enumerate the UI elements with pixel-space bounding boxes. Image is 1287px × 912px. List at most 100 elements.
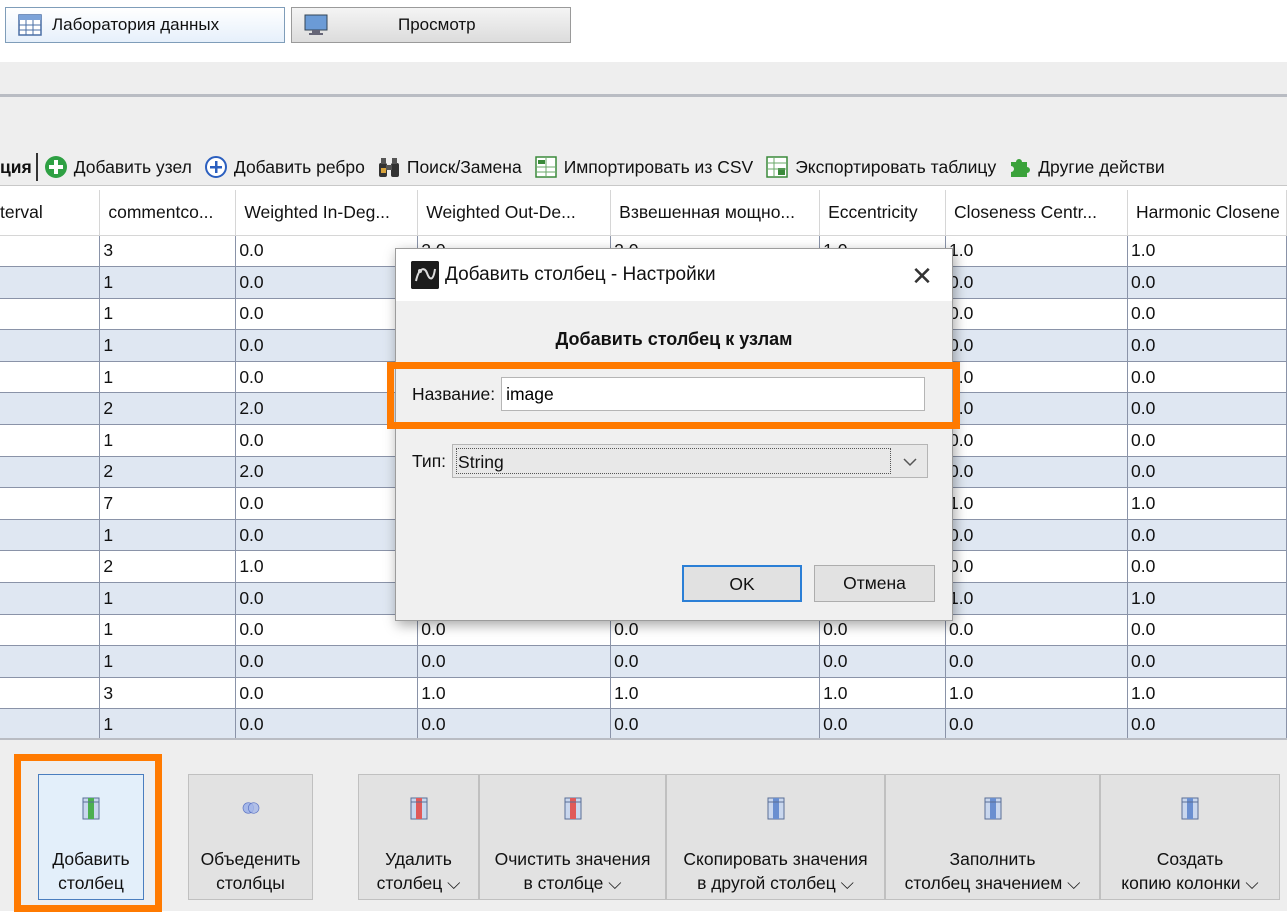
other-actions-button[interactable]: Другие действи <box>1008 155 1165 179</box>
table-cell[interactable]: 0.0 <box>945 297 1128 331</box>
cancel-button[interactable]: Отмена <box>814 565 935 602</box>
column-action-button[interactable]: Создать копию колонки ⌵ <box>1100 774 1280 900</box>
table-cell[interactable]: 1 <box>99 708 237 738</box>
table-cell[interactable]: 0.0 <box>417 708 612 738</box>
table-cell[interactable]: 0.0 <box>819 645 947 678</box>
column-header[interactable]: Eccentricity <box>819 190 947 236</box>
column-action-button[interactable]: Объеденить столбцы <box>188 774 313 900</box>
tab-data-laboratory[interactable]: Лаборатория данных <box>5 7 285 43</box>
table-cell[interactable]: 0.0 <box>235 613 419 647</box>
table-cell[interactable]: 0.0 <box>945 455 1128 489</box>
table-cell[interactable]: 1.0 <box>945 234 1128 268</box>
table-cell[interactable]: 0.0 <box>235 266 419 299</box>
table-cell[interactable]: 0.0 <box>610 645 821 678</box>
table-cell[interactable]: 0.0 <box>1126 550 1287 584</box>
column-header[interactable]: Harmonic Closene <box>1127 190 1287 236</box>
table-cell[interactable]: 0.0 <box>945 613 1128 647</box>
table-cell[interactable]: 1 <box>99 645 237 678</box>
table-cell[interactable]: 1.0 <box>945 360 1128 394</box>
table-cell[interactable] <box>0 518 101 552</box>
add-node-button[interactable]: Добавить узел <box>44 155 192 179</box>
column-header[interactable]: terval <box>0 190 101 236</box>
table-cell[interactable]: 1 <box>99 518 237 552</box>
table-cell[interactable] <box>0 329 101 362</box>
table-cell[interactable] <box>0 392 101 426</box>
column-type-select[interactable]: String <box>452 444 929 478</box>
table-cell[interactable]: 0.0 <box>819 708 947 738</box>
table-cell[interactable] <box>0 487 101 520</box>
table-cell[interactable] <box>0 676 101 710</box>
table-cell[interactable]: 3 <box>99 676 237 710</box>
table-cell[interactable]: 0.0 <box>945 266 1128 299</box>
table-cell[interactable]: 1 <box>99 360 237 394</box>
table-cell[interactable]: 0.0 <box>1126 424 1287 457</box>
table-row[interactable]: 3 0.0 1.0 1.0 1.0 1.0 1.0 <box>0 676 1287 710</box>
table-cell[interactable] <box>0 582 101 615</box>
table-cell[interactable]: 1 <box>99 613 237 647</box>
table-cell[interactable]: 0.0 <box>945 550 1128 584</box>
table-cell[interactable]: 1 <box>99 297 237 331</box>
table-cell[interactable]: 2 <box>99 455 237 489</box>
table-cell[interactable]: 2.0 <box>235 455 419 489</box>
table-cell[interactable]: 1.0 <box>945 676 1128 710</box>
table-cell[interactable]: 0.0 <box>1126 297 1287 331</box>
close-icon[interactable]: ✕ <box>910 261 934 292</box>
ok-button[interactable]: OK <box>682 565 802 602</box>
column-header[interactable]: Weighted Out-De... <box>417 190 612 236</box>
table-cell[interactable] <box>0 424 101 457</box>
column-header[interactable]: Взвешенная мощно... <box>610 190 821 236</box>
table-cell[interactable] <box>0 613 101 647</box>
table-cell[interactable]: 0.0 <box>1126 360 1287 394</box>
table-cell[interactable] <box>0 266 101 299</box>
table-row[interactable]: 10.00.00.00.00.00.0 <box>0 645 1287 678</box>
table-cell[interactable] <box>0 234 101 268</box>
table-cell[interactable]: 1.0 <box>610 676 821 710</box>
table-cell[interactable]: 0.0 <box>1126 518 1287 552</box>
table-cell[interactable]: 2 <box>99 392 237 426</box>
table-cell[interactable]: 1.0 <box>1126 487 1287 520</box>
table-cell[interactable]: 7 <box>99 487 237 520</box>
table-cell[interactable]: 0.0 <box>610 708 821 738</box>
table-cell[interactable]: 0.0 <box>235 297 419 331</box>
column-action-button[interactable]: Заполнить столбец значением ⌵ <box>885 774 1100 900</box>
table-cell[interactable]: 0.0 <box>1126 392 1287 426</box>
table-cell[interactable]: 0.0 <box>945 329 1128 362</box>
table-cell[interactable]: 0.0 <box>235 676 419 710</box>
table-cell[interactable]: 1 <box>99 424 237 457</box>
table-cell[interactable] <box>0 550 101 584</box>
table-cell[interactable]: 2 <box>99 550 237 584</box>
column-header[interactable]: Closeness Centr... <box>945 190 1128 236</box>
table-cell[interactable]: 0.0 <box>235 708 419 738</box>
table-cell[interactable]: 0.0 <box>945 518 1128 552</box>
column-header[interactable]: Weighted In-Deg... <box>235 190 419 236</box>
table-cell[interactable]: 0.0 <box>235 487 419 520</box>
table-cell[interactable] <box>0 708 101 738</box>
table-cell[interactable]: 0.0 <box>945 645 1128 678</box>
table-row[interactable]: 10.00.00.00.00.00.0 <box>0 708 1287 738</box>
table-cell[interactable]: 0.0 <box>235 234 419 268</box>
table-cell[interactable]: 0.0 <box>235 424 419 457</box>
add-edge-button[interactable]: Добавить ребро <box>204 155 365 179</box>
import-csv-button[interactable]: Импортировать из CSV <box>534 155 753 179</box>
table-cell[interactable]: 1 <box>99 266 237 299</box>
table-cell[interactable]: 1 <box>99 582 237 615</box>
table-cell[interactable]: 0.0 <box>1126 455 1287 489</box>
table-cell[interactable]: 0.0 <box>417 645 612 678</box>
table-cell[interactable]: 0.0 <box>235 518 419 552</box>
table-cell[interactable]: 0.0 <box>945 424 1128 457</box>
search-replace-button[interactable]: Поиск/Замена <box>377 155 522 179</box>
table-cell[interactable]: 0.0 <box>1126 329 1287 362</box>
table-cell[interactable]: 1.0 <box>417 676 612 710</box>
table-cell[interactable]: 1 <box>99 329 237 362</box>
table-cell[interactable]: 0.0 <box>235 329 419 362</box>
export-table-button[interactable]: Экспортировать таблицу <box>765 155 996 179</box>
table-cell[interactable]: 1.0 <box>1126 234 1287 268</box>
table-cell[interactable]: 0.0 <box>235 582 419 615</box>
table-cell[interactable]: 0.0 <box>1126 613 1287 647</box>
table-cell[interactable] <box>0 455 101 489</box>
table-cell[interactable]: 1.0 <box>945 487 1128 520</box>
table-cell[interactable]: 1.0 <box>1126 582 1287 615</box>
table-cell[interactable]: 1.0 <box>945 392 1128 426</box>
table-cell[interactable]: 0.0 <box>1126 708 1287 738</box>
table-cell[interactable] <box>0 297 101 331</box>
